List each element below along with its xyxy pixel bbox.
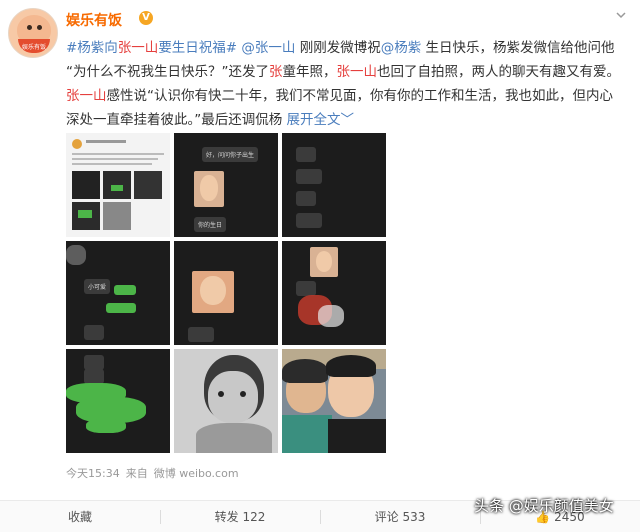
post-link[interactable]: @张一山 xyxy=(241,40,295,56)
image-2[interactable]: 好，问问你子出生 你的生日 xyxy=(174,133,278,237)
author-name[interactable]: 娱乐有饭 xyxy=(66,10,122,30)
image-3[interactable] xyxy=(282,133,386,237)
avatar-tag: 娱乐有饭 xyxy=(21,44,46,51)
image-5[interactable] xyxy=(174,241,278,345)
post-highlight: 张一山 xyxy=(66,88,107,104)
verified-icon: V xyxy=(139,11,153,25)
post-link[interactable]: ﹀ xyxy=(341,112,355,128)
post-text-segment: 也回了自拍照，两人的聊天有趣又有爱。 xyxy=(377,64,620,80)
baby-photo xyxy=(310,247,338,277)
author-avatar[interactable]: 娱乐有饭 xyxy=(8,8,58,58)
post-highlight: 张一山 xyxy=(117,40,159,56)
favorite-button[interactable]: 收藏 xyxy=(0,501,160,532)
baby-photo xyxy=(192,271,234,313)
post-meta: 今天15:34 来自 微博 weibo.com xyxy=(66,465,245,481)
chat-bubble: 你的生日 xyxy=(194,217,227,232)
image-1[interactable] xyxy=(66,133,170,237)
comment-button[interactable]: 评论 533 xyxy=(320,501,480,532)
image-7[interactable] xyxy=(66,349,170,453)
post-highlight: 张 xyxy=(269,64,283,80)
post-text: #杨紫向张一山要生日祝福# @张一山 刚刚发微博祝@杨紫 生日快乐，杨紫发微信给… xyxy=(66,36,626,132)
image-9[interactable] xyxy=(282,349,386,453)
image-4[interactable]: 小可爱 xyxy=(66,241,170,345)
chevron-down-icon[interactable] xyxy=(616,10,626,20)
post-link[interactable]: 要生日祝福# xyxy=(158,40,241,56)
post-link[interactable]: 展开全文 xyxy=(287,112,341,128)
chat-bubble: 好，问问你子出生 xyxy=(202,147,259,162)
source-prefix: 来自 xyxy=(125,467,148,480)
repost-button[interactable]: 转发 122 xyxy=(160,501,320,532)
chat-bubble: 小可爱 xyxy=(84,279,111,294)
baby-photo xyxy=(194,171,224,207)
watermark: 头条 @娱乐颜值美女 xyxy=(474,497,614,515)
weibo-post-card: 娱乐有饭 娱乐有饭 V #杨紫向张一山要生日祝福# @张一山 刚刚发微博祝@杨紫… xyxy=(0,0,640,532)
post-source[interactable]: 微博 weibo.com xyxy=(154,467,239,480)
image-6[interactable] xyxy=(282,241,386,345)
post-text-segment: 刚刚发微博祝 xyxy=(295,40,381,56)
post-link[interactable]: @杨紫 xyxy=(381,40,422,56)
post-link[interactable]: #杨紫向 xyxy=(66,40,118,56)
post-text-segment: 童年照， xyxy=(282,64,337,80)
post-time: 今天15:34 xyxy=(66,467,120,480)
image-8[interactable] xyxy=(174,349,278,453)
post-highlight: 张一山 xyxy=(336,64,378,80)
